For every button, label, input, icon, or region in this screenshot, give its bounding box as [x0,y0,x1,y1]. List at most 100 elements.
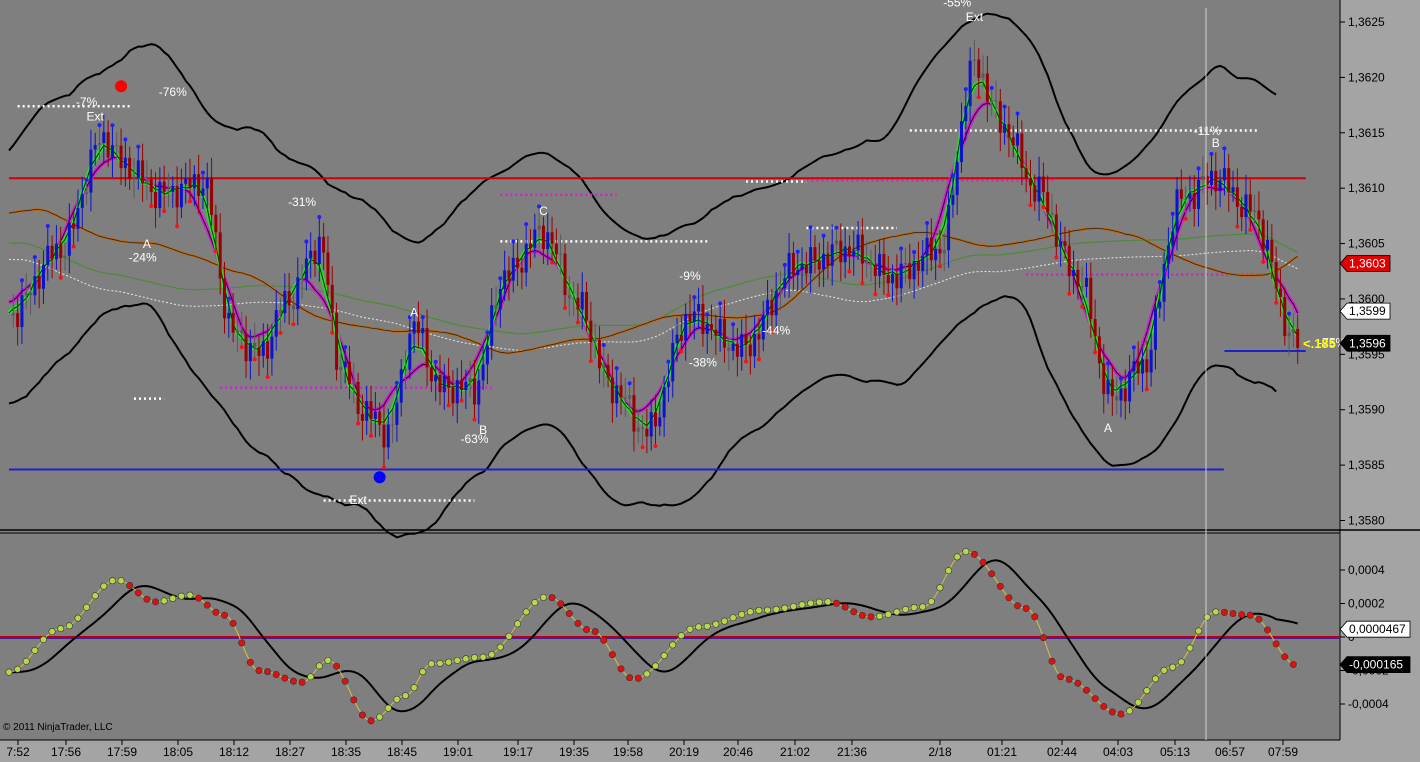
osc-down-dot [1005,594,1013,602]
candle-dot [562,305,567,310]
candle-dot [614,366,619,371]
annotation-label: -76% [159,85,187,99]
candle-body [1128,371,1132,402]
candle-body [671,342,675,382]
candle-body [503,270,507,290]
osc-up-dot [169,594,177,602]
osc-up-dot [1186,644,1194,652]
candle-body [1287,332,1291,337]
candle-body [412,321,416,334]
blue-signal-dot [373,471,386,484]
candle-body [972,59,976,61]
candle-body [516,257,520,268]
osc-up-dot [1160,666,1168,674]
candle-dot [149,204,154,209]
candle-body [559,253,563,255]
candle-body [1063,241,1067,246]
candle-body [1033,185,1037,202]
osc-up-dot [100,582,108,590]
osc-up-dot [160,597,168,605]
price-marker-label: 0,0000467 [1349,622,1406,636]
x-tick-label: 18:35 [331,745,361,759]
candle-dot [213,249,218,254]
candle-dot [459,398,464,403]
candle-body [1214,170,1218,192]
candle-body [942,250,946,254]
osc-up-dot [65,622,73,630]
candle-body [1240,206,1244,218]
x-tick-label: 19:35 [559,745,589,759]
x-tick-label: 01:21 [987,745,1017,759]
candle-body [63,255,67,258]
osc-up-dot [1195,627,1203,635]
candle-body [735,343,739,357]
osc-down-dot [272,671,280,679]
candle-body [149,179,153,193]
candle-body [960,121,964,163]
candle-body [550,232,554,244]
osc-up-dot [781,604,789,612]
candle-body [85,192,89,195]
candle-body [300,277,304,280]
candle-dot [343,345,348,350]
osc-up-dot [953,553,961,561]
candle-body [804,264,808,274]
candle-body [477,380,481,405]
osc-up-dot [14,665,22,673]
candle-body [770,299,774,316]
osc-down-dot [1238,611,1246,619]
candle-body [304,258,308,280]
candle-dot [1131,345,1136,350]
candle-body [257,347,261,356]
y-tick-label: 1,3590 [1348,403,1385,417]
candle-body [1201,175,1205,180]
candle-body [964,106,968,122]
candle-dot [123,137,128,142]
candle-body [981,73,985,78]
candle-body [511,257,515,281]
osc-down-dot [212,608,220,616]
candle-body [179,183,183,208]
candle-body [998,101,1002,133]
candle-body [210,177,214,215]
osc-down-dot [281,674,289,682]
candle-body [662,386,666,418]
osc-down-dot [152,598,160,606]
candle-body [895,273,899,289]
osc-down-dot [988,570,996,578]
candle-dot [886,293,891,298]
osc-down-dot [1100,702,1108,710]
candle-body [1158,301,1162,309]
candle-body [1054,214,1058,247]
candle-body [1218,180,1222,192]
candle-body [817,260,821,270]
osc-up-dot [470,654,478,662]
osc-up-dot [1126,707,1134,715]
candle-body [1274,261,1278,289]
annotation-label: B [1212,136,1220,150]
candle-body [1153,308,1157,350]
x-tick-label: 17:59 [107,745,137,759]
osc-up-dot [83,603,91,611]
osc-up-dot [108,577,116,585]
annotation-label: -38% [689,356,717,370]
candle-dot [511,239,516,244]
candle-dot [989,85,994,90]
candle-body [24,292,28,296]
candle-body [50,245,54,260]
osc-down-dot [850,608,858,616]
candle-body [636,427,640,432]
candle-body [29,292,33,296]
candle-body [1166,245,1170,264]
candle-body [322,236,326,253]
candle-body [205,177,209,189]
candle-dot [640,445,645,450]
candle-body [882,253,886,275]
candle-body [787,252,791,279]
candle-body [688,314,692,322]
osc-up-dot [789,602,797,610]
price-chart[interactable]: -7%Ext-76%-24%A-31%AExt-63%BC-9%-44%-38%… [0,0,1420,762]
osc-down-dot [1246,611,1254,619]
x-tick-label: 17:56 [51,745,81,759]
osc-down-dot [1091,695,1099,703]
